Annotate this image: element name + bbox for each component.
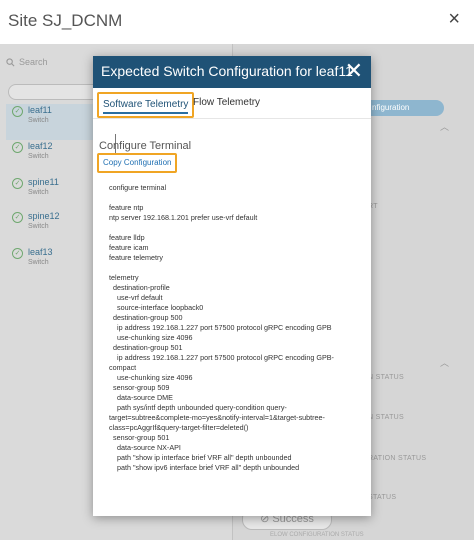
tab-divider	[93, 118, 371, 119]
switch-name: spine11	[28, 177, 59, 187]
switch-name: leaf12	[28, 141, 53, 151]
tab-software-telemetry[interactable]: Software Telemetry	[97, 92, 195, 118]
check-circle-icon: ✓	[12, 212, 23, 223]
status-label: N STATUS	[368, 414, 404, 421]
check-circle-icon: ✓	[12, 142, 23, 153]
switch-role: Switch	[28, 153, 49, 160]
copy-configuration-button[interactable]: Copy Configuration	[97, 153, 178, 173]
chevron-up-icon[interactable]: ︿	[440, 120, 449, 133]
configuration-text: configure terminal feature ntp ntp serve…	[109, 183, 334, 472]
tab-flow-telemetry[interactable]: Flow Telemetry	[189, 92, 264, 114]
switch-item-spine12[interactable]: ✓ spine12 Switch	[6, 210, 96, 246]
panel-header: Site SJ_DCNM ×	[0, 0, 474, 45]
search-placeholder: Search	[19, 57, 48, 67]
panel-title: Site SJ_DCNM	[8, 11, 123, 30]
status-label: STATUS	[368, 494, 397, 501]
close-icon[interactable]: ×	[448, 9, 460, 29]
status-label: N STATUS	[368, 374, 404, 381]
status-label: RATION STATUS	[368, 455, 427, 462]
check-circle-icon: ✓	[12, 106, 23, 117]
switch-role: Switch	[28, 189, 49, 196]
chevron-up-icon[interactable]: ︿	[440, 356, 449, 369]
switch-item-spine11[interactable]: ✓ spine11 Switch	[6, 176, 96, 212]
status-label: ELOW CONFIGURATION STATUS	[270, 532, 364, 538]
check-circle-icon: ✓	[12, 248, 23, 259]
switch-role: Switch	[28, 223, 49, 230]
switch-name: leaf13	[28, 247, 53, 257]
section-title: Configure Terminal	[99, 140, 192, 152]
close-icon[interactable]: ✕	[345, 59, 363, 83]
switch-item-leaf13[interactable]: ✓ leaf13 Switch	[6, 246, 96, 282]
switch-item-leaf12[interactable]: ✓ leaf12 Switch	[6, 140, 96, 176]
switch-role: Switch	[28, 259, 49, 266]
switch-name: spine12	[28, 211, 60, 221]
modal-title: Expected Switch Configuration for leaf11	[101, 63, 353, 79]
search-icon	[6, 57, 15, 66]
check-circle-icon: ✓	[12, 178, 23, 189]
switch-name: leaf11	[28, 105, 52, 115]
switch-role: Switch	[28, 117, 49, 124]
expected-config-modal: Expected Switch Configuration for leaf11…	[93, 56, 371, 516]
modal-header: Expected Switch Configuration for leaf11…	[93, 56, 371, 88]
